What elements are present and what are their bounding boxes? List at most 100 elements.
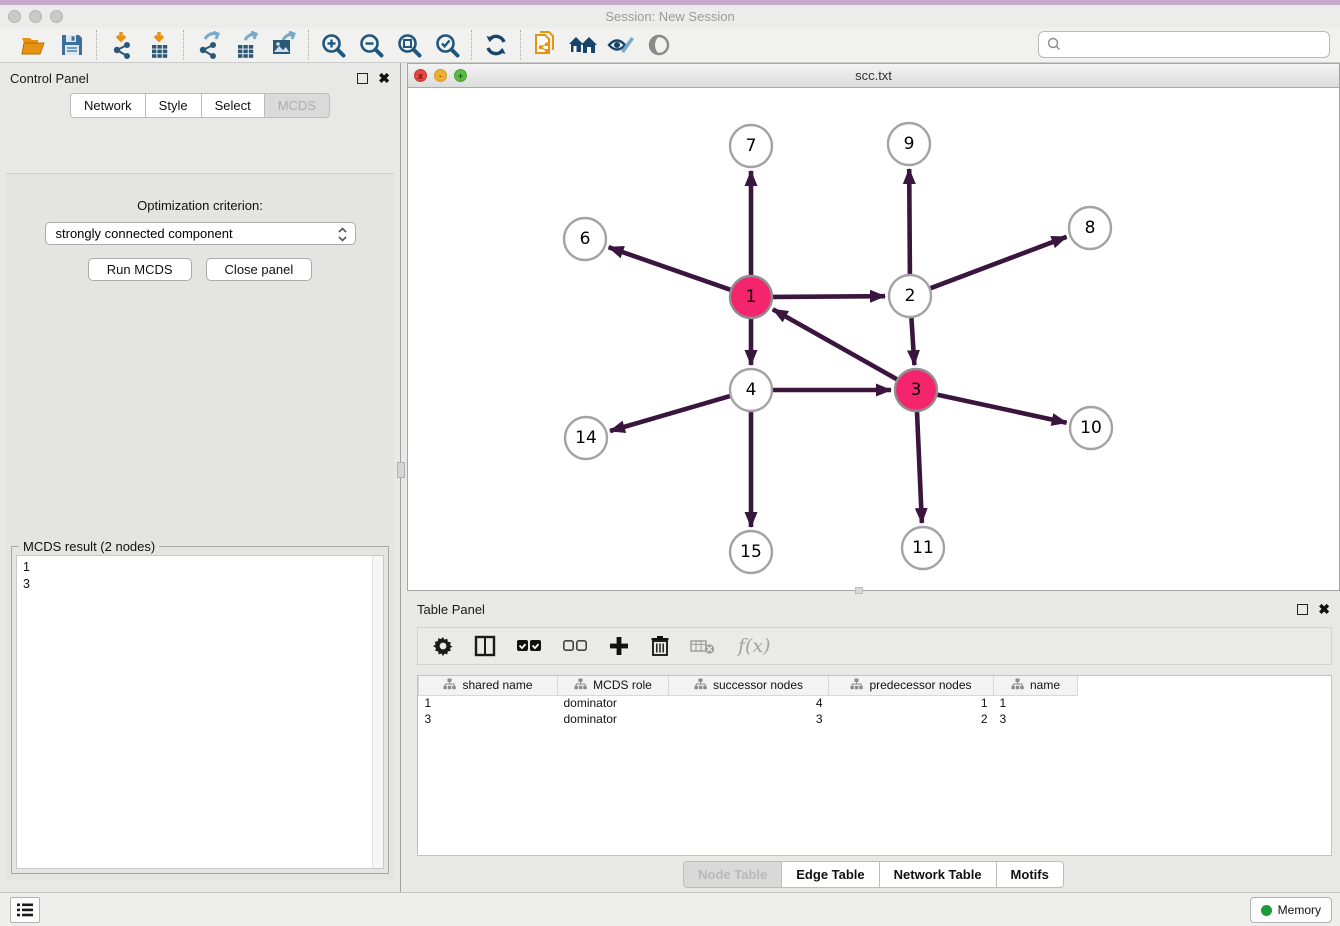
- tab-network[interactable]: Network: [70, 93, 145, 118]
- svg-text:2: 2: [905, 286, 916, 306]
- zoom-fit-icon[interactable]: [394, 30, 424, 60]
- float-table-panel-icon[interactable]: [1297, 604, 1308, 615]
- control-panel-header: Control Panel ✖: [0, 63, 400, 93]
- mcds-result-text[interactable]: 13: [16, 555, 384, 869]
- float-panel-icon[interactable]: [357, 73, 368, 84]
- edge-4-14[interactable]: [610, 396, 730, 431]
- edge-2-3[interactable]: [911, 318, 914, 365]
- optimization-criterion-dropdown[interactable]: strongly connected component: [45, 222, 356, 245]
- add-column-icon[interactable]: [608, 635, 630, 657]
- tab-style[interactable]: Style: [145, 93, 201, 118]
- search-input[interactable]: [1038, 31, 1330, 58]
- export-image-icon[interactable]: [269, 30, 299, 60]
- cell-shared-name[interactable]: 3: [419, 711, 558, 727]
- svg-text:6: 6: [580, 229, 591, 249]
- tab-mcds[interactable]: MCDS: [264, 93, 330, 118]
- export-table-icon[interactable]: [231, 30, 261, 60]
- hide-graphics-icon[interactable]: [644, 30, 674, 60]
- column-header-predecessor-nodes[interactable]: predecessor nodes: [829, 676, 994, 695]
- cell-predecessor-nodes[interactable]: 1: [829, 695, 994, 711]
- cell-MCDS-role[interactable]: dominator: [558, 711, 669, 727]
- network-window-titlebar[interactable]: x - + scc.txt: [408, 64, 1339, 88]
- select-all-icon[interactable]: [516, 638, 542, 654]
- run-mcds-button[interactable]: Run MCDS: [88, 258, 192, 281]
- network-window-title: scc.txt: [408, 68, 1339, 83]
- edge-2-9[interactable]: [909, 169, 910, 274]
- node-8[interactable]: 8: [1069, 207, 1111, 249]
- tab-select[interactable]: Select: [201, 93, 264, 118]
- tab-node-table[interactable]: Node Table: [683, 861, 781, 888]
- node-15[interactable]: 15: [730, 531, 772, 573]
- column-header-name[interactable]: name: [994, 676, 1078, 695]
- cell-predecessor-nodes[interactable]: 2: [829, 711, 994, 727]
- column-header-shared-name[interactable]: shared name: [419, 676, 558, 695]
- edge-3-1[interactable]: [773, 309, 897, 379]
- export-network-icon[interactable]: [193, 30, 223, 60]
- mcds-result-lines: 13: [23, 559, 377, 593]
- network-canvas[interactable]: 7 9 6 8 1 2 4 3 14 10 15 11: [408, 88, 1339, 590]
- import-table-icon[interactable]: [144, 30, 174, 60]
- edge-3-11[interactable]: [917, 412, 922, 523]
- result-scrollbar[interactable]: [372, 556, 383, 868]
- cell-name[interactable]: 1: [994, 695, 1078, 711]
- table-row[interactable]: 1dominator411: [419, 695, 1332, 711]
- task-history-button[interactable]: [10, 897, 40, 923]
- zoom-selected-icon[interactable]: [432, 30, 462, 60]
- close-panel-button[interactable]: Close panel: [206, 258, 313, 281]
- maximize-window-icon[interactable]: [50, 10, 63, 23]
- minimize-window-icon[interactable]: [29, 10, 42, 23]
- node-1[interactable]: 1: [730, 276, 772, 318]
- tab-network-table[interactable]: Network Table: [879, 861, 996, 888]
- zoom-in-icon[interactable]: [318, 30, 348, 60]
- window-titlebar[interactable]: Session: New Session: [0, 5, 1340, 28]
- close-panel-icon[interactable]: ✖: [378, 73, 390, 84]
- style-visibility-icon[interactable]: [606, 30, 636, 60]
- delete-column-icon[interactable]: [650, 635, 670, 657]
- column-header-MCDS-role[interactable]: MCDS role: [558, 676, 669, 695]
- edge-1-6[interactable]: [609, 247, 731, 290]
- node-4[interactable]: 4: [730, 369, 772, 411]
- cell-shared-name[interactable]: 1: [419, 695, 558, 711]
- cell-successor-nodes[interactable]: 4: [669, 695, 829, 711]
- node-table[interactable]: shared nameMCDS rolesuccessor nodesprede…: [417, 675, 1332, 856]
- edge-3-10[interactable]: [938, 395, 1067, 423]
- home-icon[interactable]: [568, 30, 598, 60]
- node-11[interactable]: 11: [902, 527, 944, 569]
- close-table-panel-icon[interactable]: ✖: [1318, 604, 1330, 615]
- result-line: 3: [23, 576, 377, 593]
- node-6[interactable]: 6: [564, 218, 606, 260]
- node-14[interactable]: 14: [565, 417, 607, 459]
- node-10[interactable]: 10: [1070, 407, 1112, 449]
- node-9[interactable]: 9: [888, 123, 930, 165]
- edge-1-2[interactable]: [773, 296, 885, 297]
- table-settings-icon[interactable]: [432, 635, 454, 657]
- table-panel-title: Table Panel: [417, 602, 485, 617]
- table-tabs: Node TableEdge TableNetwork TableMotifs: [407, 861, 1340, 888]
- column-header-successor-nodes[interactable]: successor nodes: [669, 676, 829, 695]
- node-3[interactable]: 3: [895, 369, 937, 411]
- close-window-icon[interactable]: [8, 10, 21, 23]
- node-2[interactable]: 2: [889, 275, 931, 317]
- tab-motifs[interactable]: Motifs: [996, 861, 1064, 888]
- open-session-icon[interactable]: [19, 30, 49, 60]
- result-line: 1: [23, 559, 377, 576]
- tab-edge-table[interactable]: Edge Table: [781, 861, 878, 888]
- save-session-icon[interactable]: [57, 30, 87, 60]
- cell-successor-nodes[interactable]: 3: [669, 711, 829, 727]
- edge-2-8[interactable]: [931, 237, 1067, 288]
- split-panel-icon[interactable]: [474, 635, 496, 657]
- panel-divider-grip[interactable]: [397, 462, 405, 478]
- refresh-icon[interactable]: [481, 30, 511, 60]
- memory-button[interactable]: Memory: [1250, 897, 1332, 923]
- cell-MCDS-role[interactable]: dominator: [558, 695, 669, 711]
- zoom-out-icon[interactable]: [356, 30, 386, 60]
- node-7[interactable]: 7: [730, 125, 772, 167]
- horizontal-divider-grip[interactable]: [855, 587, 863, 594]
- table-row[interactable]: 3dominator323: [419, 711, 1332, 727]
- task-list-icon: [16, 902, 34, 918]
- import-network-icon[interactable]: [106, 30, 136, 60]
- deselect-all-icon[interactable]: [562, 638, 588, 654]
- cell-name[interactable]: 3: [994, 711, 1078, 727]
- control-panel-title: Control Panel: [10, 71, 89, 86]
- clone-network-icon[interactable]: [530, 30, 560, 60]
